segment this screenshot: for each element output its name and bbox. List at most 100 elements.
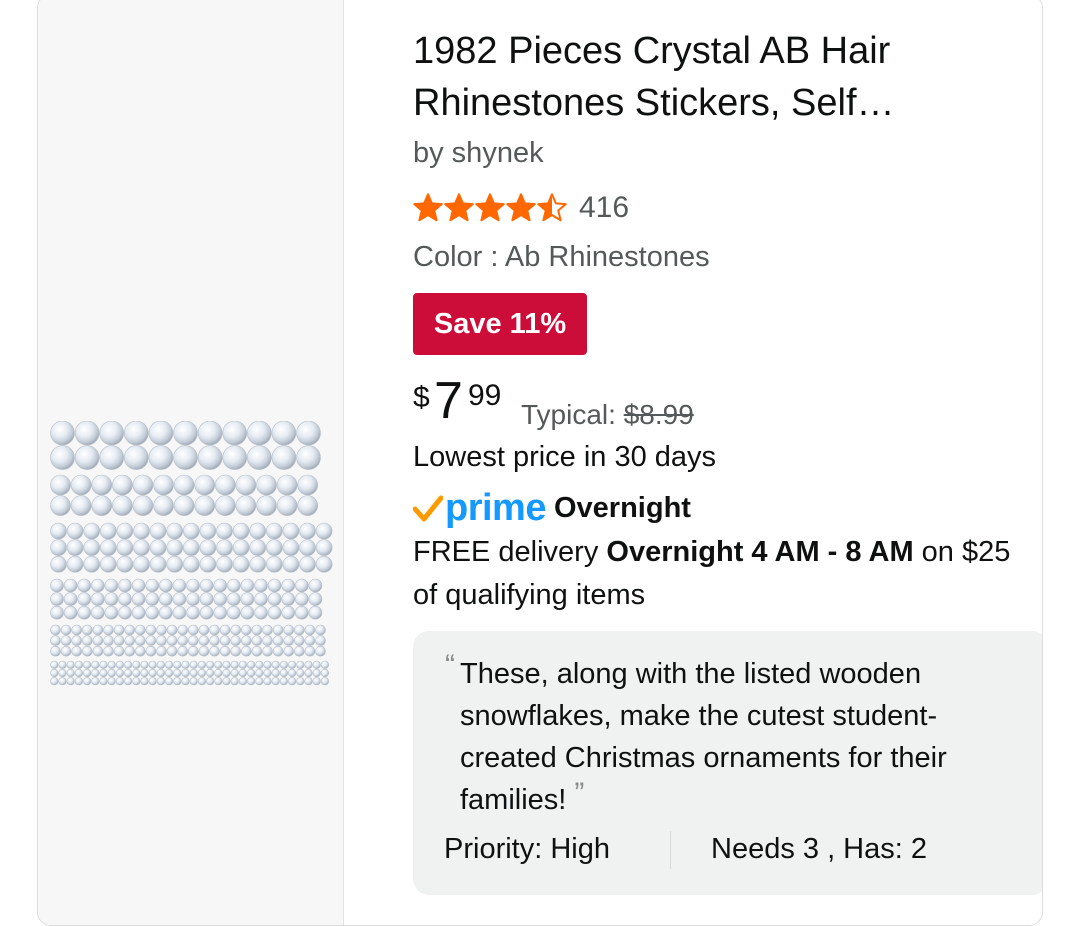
rhinestone-gem [247,421,272,446]
rhinestone-gem [262,645,273,657]
rhinestone-gem [107,668,116,678]
rhinestone-gem [294,645,305,657]
rhinestone-gem [241,645,252,657]
rhinestone-gem [132,474,154,496]
rhinestone-gem [315,624,326,636]
rhinestone-gem [304,677,313,686]
rhinestone-gem [66,660,75,669]
rhinestone-gem [173,474,195,496]
rhinestone-gem [66,539,84,556]
rhinestone-gem [81,635,93,646]
rhinestone-gem [198,635,210,646]
rhinestone-gem [71,645,83,657]
rhinestone-gem [238,660,247,669]
rhinestone-gem [197,677,206,686]
rhinestone-gem [113,635,125,646]
rhinestone-gem [177,645,188,657]
rhinestone-gem [251,635,263,646]
rhinestone-gem [241,624,252,636]
rhinestone-gem [199,539,217,556]
product-image-pane[interactable] [38,0,344,925]
rhinestone-gem [247,660,256,669]
rhinestone-gem [304,635,316,646]
rhinestone-gem [177,635,188,646]
rhinestone-gem [254,592,268,606]
rhinestone-gem [148,445,174,470]
rhinestone-gem [166,522,183,540]
rhinestone-gem [198,624,210,636]
rhinestone-gem [156,624,167,636]
rating-row[interactable]: 416 [413,188,629,228]
rhinestone-gem [177,624,188,636]
rhinestone-gem [256,474,277,496]
rhinestone-gem [99,522,117,540]
rhinestone-gem [63,592,78,606]
rhinestone-gem [118,592,132,606]
rhinestone-gem [50,624,61,636]
brand-byline[interactable]: by shynek [413,137,544,170]
rhinestone-gem [50,668,59,678]
rhinestone-gem [296,677,305,686]
rhinestone-gem [214,677,223,686]
rhinestone-gem [145,635,157,646]
rating-count[interactable]: 416 [579,191,629,225]
rhinestone-gem [320,677,330,686]
close-quote-mark: ” [574,777,585,810]
rhinestone-gem [173,445,198,470]
rhinestone-gem [194,474,215,496]
rhinestone-gem [74,445,100,470]
rhinestone-gem [50,474,71,496]
rhinestone-gem [145,624,157,636]
rhinestone-gem [91,677,100,686]
rhinestone-gem [66,555,84,573]
rhinestone-gem [82,668,92,678]
rhinestone-gem [124,421,149,446]
rhinestone-gem [279,660,288,669]
rhinestone-gem [50,421,75,446]
rhinestone-gem [249,539,266,556]
rhinestone-gem [153,474,174,496]
rhinestone-gem [315,645,326,657]
rhinestone-gem [199,522,217,540]
rhinestone-gem [145,645,157,657]
save-badge: Save 11% [413,293,587,355]
rhinestone-gem [247,677,256,686]
rhinestone-gem [320,660,330,669]
product-card[interactable]: 1982 Pieces Crystal AB Hair Rhinestones … [37,0,1043,926]
product-image[interactable] [50,421,334,699]
rhinestone-gem [247,445,272,470]
rhinestone-gem [209,635,220,646]
rhinestone-gem [58,660,67,669]
rhinestone-gem [112,474,133,496]
rhinestone-gem [308,605,323,620]
rhinestone-gem [77,578,92,593]
rhinestone-gem [247,668,256,678]
rhinestone-gem [82,677,92,686]
rhinestone-gem [230,645,241,657]
rhinestone-gem [50,445,75,470]
rhinestone-gem [173,495,195,516]
rhinestone-gem [166,645,178,657]
rhinestone-gem [222,677,231,686]
rhinestone-gem [254,605,268,620]
rhinestone-gem [320,668,330,678]
rhinestone-gem [159,605,173,620]
rhinestone-gem [132,668,141,678]
rhinestone-gem [133,522,150,540]
rhinestone-gem [104,605,119,620]
rhinestone-gem [199,605,214,620]
rhinestone-gem [135,645,146,657]
rhinestone-gem [113,624,125,636]
rhinestone-gem [240,592,255,606]
rhinestone-gem [304,624,316,636]
product-title[interactable]: 1982 Pieces Crystal AB Hair Rhinestones … [413,25,1013,129]
rhinestone-gem [227,605,241,620]
rhinestone-gem [91,660,100,669]
rhinestone-gem [209,624,220,636]
rhinestone-gem [267,592,282,606]
rhinestone-gem [209,645,220,657]
quote-divider [670,831,671,869]
rhinestone-gem [251,624,263,636]
rhinestone-gem [172,605,187,620]
rhinestone-gem [206,668,215,678]
